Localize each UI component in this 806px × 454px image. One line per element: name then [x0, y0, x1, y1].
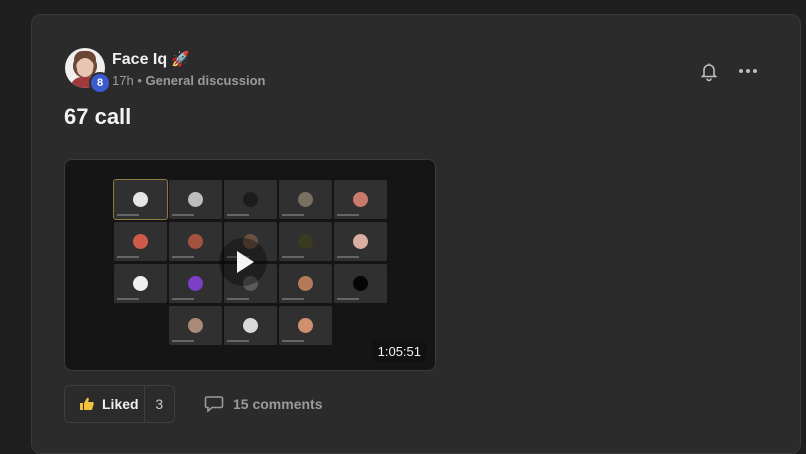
author-emoji: 🚀 — [171, 51, 190, 68]
participant-tile — [169, 306, 222, 345]
participant-tile — [334, 222, 387, 261]
participant-name-bar — [227, 340, 249, 342]
participant-avatar — [353, 234, 368, 249]
participant-avatar — [188, 234, 203, 249]
post-title: 67 call — [64, 104, 132, 129]
participant-tile — [169, 180, 222, 219]
like-button[interactable]: Liked 3 — [64, 385, 175, 423]
participant-name-bar — [282, 256, 304, 258]
video-player[interactable]: 1:05:51 — [64, 159, 436, 371]
participant-avatar — [298, 234, 313, 249]
participant-name-bar — [172, 298, 194, 300]
participant-tile — [279, 306, 332, 345]
participant-avatar — [243, 318, 258, 333]
video-duration: 1:05:51 — [371, 341, 427, 362]
participant-name-bar — [337, 298, 359, 300]
level-badge: 8 — [89, 72, 111, 94]
participant-name-bar — [227, 214, 249, 216]
participant-avatar — [353, 192, 368, 207]
participant-name-bar — [117, 256, 139, 258]
participant-name-bar — [172, 256, 194, 258]
participant-name-bar — [172, 340, 194, 342]
participant-tile — [113, 179, 168, 220]
thumbs-up-icon — [79, 396, 95, 412]
participant-tile — [114, 264, 167, 303]
author-avatar[interactable]: 8 — [65, 48, 111, 94]
participant-avatar — [188, 192, 203, 207]
participant-name-bar — [117, 214, 139, 216]
participant-avatar — [298, 276, 313, 291]
like-count[interactable]: 3 — [145, 396, 174, 412]
participant-name-bar — [337, 214, 359, 216]
participant-avatar — [188, 318, 203, 333]
participant-avatar — [133, 192, 148, 207]
participant-tile — [169, 264, 222, 303]
post-meta: 17h • General discussion — [112, 73, 265, 88]
participant-avatar — [133, 234, 148, 249]
participant-tile — [279, 180, 332, 219]
participant-tile — [114, 222, 167, 261]
participant-avatar — [133, 276, 148, 291]
participant-tile — [334, 180, 387, 219]
comments-count: 15 comments — [233, 396, 323, 412]
participant-avatar — [243, 192, 258, 207]
play-icon[interactable] — [219, 238, 267, 286]
comment-icon — [204, 395, 224, 413]
participant-tile — [334, 264, 387, 303]
more-horizontal-icon[interactable] — [737, 60, 759, 82]
author-name[interactable]: Face Iq 🚀 — [112, 50, 190, 69]
participant-name-bar — [227, 298, 249, 300]
participant-tile — [279, 222, 332, 261]
post-category[interactable]: General discussion — [146, 73, 266, 88]
participant-name-bar — [172, 214, 194, 216]
participant-avatar — [298, 318, 313, 333]
participant-tile — [279, 264, 332, 303]
comments-button[interactable]: 15 comments — [204, 395, 322, 413]
post-time: 17h — [112, 73, 134, 88]
participant-name-bar — [337, 256, 359, 258]
participant-tile — [224, 306, 277, 345]
participant-name-bar — [282, 298, 304, 300]
participant-tile — [224, 180, 277, 219]
participant-name-bar — [282, 340, 304, 342]
participant-tile — [169, 222, 222, 261]
participant-name-bar — [117, 298, 139, 300]
participant-name-bar — [282, 214, 304, 216]
post-card: 8 Face Iq 🚀 17h • General discussion 67 c… — [31, 14, 801, 454]
participant-avatar — [298, 192, 313, 207]
author-name-text[interactable]: Face Iq — [112, 51, 167, 68]
participant-avatar — [188, 276, 203, 291]
meta-separator: • — [137, 73, 142, 88]
bell-icon[interactable] — [698, 60, 720, 82]
participant-avatar — [353, 276, 368, 291]
like-label: Liked — [102, 396, 139, 412]
